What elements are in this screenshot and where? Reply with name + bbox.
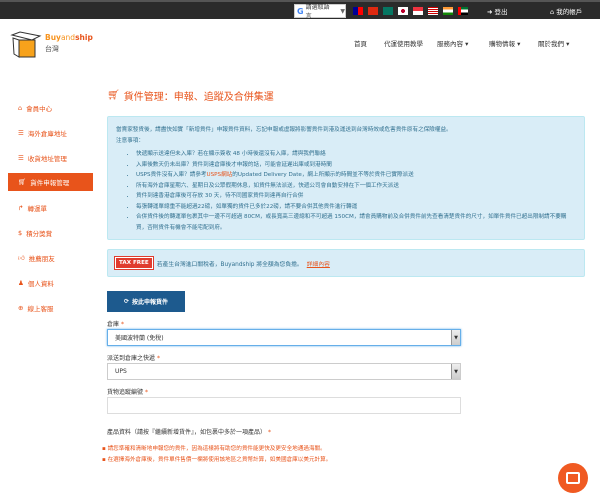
notice-item: 貨件到達香港倉庫後可存放 30 天，待不同國家貨件到達再自行合併: [136, 191, 576, 202]
declare-shipment-button[interactable]: ⟳ 按此申報貨件: [107, 291, 185, 312]
main-content: 🛒︎ 貨件管理：申報、追蹤及合併集運 當賣家發貨後，請盡快如實「新增貨件」申報貨件…: [107, 86, 585, 466]
nav-home[interactable]: 首頁: [354, 38, 367, 48]
nav-shopping-info[interactable]: 購物情報 ▾: [489, 38, 520, 48]
product-notes: 請您準確和清晰地申報您的貨件，因為這樣將有助您的貨件能更快及更安全地通過海關。 …: [102, 444, 585, 466]
flag-japan-icon[interactable]: [398, 7, 408, 15]
chat-button[interactable]: [558, 463, 588, 493]
notice-item: 所有海外倉庫星期六、星期日及公眾假期休息，如貨件無法派送，快遞公司會自動安排在下…: [136, 181, 576, 192]
user-icon: ♟: [18, 278, 24, 287]
google-icon: G: [297, 6, 304, 16]
thumbs-up-icon: 👍︎: [18, 253, 25, 262]
brand-region: 台灣: [45, 45, 59, 53]
nav-services[interactable]: 服務內容 ▾: [437, 38, 468, 48]
courier-label: 派送到倉庫之快遞 *: [107, 355, 160, 362]
tax-free-badge: TAX FREE: [114, 256, 154, 270]
notice-item: 入庫後數天仍未出庫？貨件到達倉庫後才申報的話，可能會延遲出庫或到港時間: [136, 160, 576, 171]
notice-item: 快遞顯示送達但未入庫？若在顯示簽收 48 小時後還沒有入庫，請與我們聯絡: [136, 149, 576, 160]
notice-item: 每張轉運單總重不能超過22磅，如單獨的貨件已多於22磅，請不要合併其他貨件進行轉…: [136, 202, 576, 213]
share-arrow-icon: ↱: [18, 203, 24, 212]
usps-link[interactable]: USPS網站: [207, 172, 233, 178]
tax-details-link[interactable]: 詳細內容: [307, 259, 330, 268]
flag-hongkong-icon[interactable]: [368, 7, 378, 15]
refresh-icon: ⟳: [123, 298, 129, 305]
notice-intro: 當賣家發貨後，請盡快如實「新增貨件」申報貨件資料，忘記申報或虛報將影響貨件到港及…: [116, 127, 452, 133]
flag-taiwan-icon[interactable]: [353, 7, 363, 15]
flag-singapore-icon[interactable]: [413, 7, 423, 15]
sidebar-item-delivery-address[interactable]: ☰ 收貨地址管理: [8, 145, 93, 170]
chevron-down-icon: ▼: [451, 330, 460, 345]
list-icon: ☰: [18, 128, 24, 137]
logout-link[interactable]: ➜ 登出: [487, 6, 508, 16]
flag-uae-icon[interactable]: [458, 7, 468, 15]
lifebuoy-icon: ⊕: [18, 303, 24, 312]
chevron-down-icon: ▼: [451, 364, 460, 379]
list-icon: ☰: [18, 153, 24, 162]
notice-item: USPS貨件沒有入庫？請參考USPS網站的Updated Delivery Da…: [136, 170, 576, 181]
notice-heading: 注意事項：: [116, 137, 144, 144]
notice-box: 當賣家發貨後，請盡快如實「新增貨件」申報貨件資料，忘記申報或虛報將影響貨件到港及…: [107, 116, 585, 240]
warehouse-select[interactable]: 美國波特蘭 (免稅) ▼: [107, 329, 461, 346]
sidebar-item-warehouse-address[interactable]: ☰ 海外倉庫地址: [8, 120, 93, 145]
sidebar: ⌂ 會員中心 ☰ 海外倉庫地址 ☰ 收貨地址管理 🛒︎ 貨件申報管理 ↱ 轉運單 $ 積分獎…: [8, 95, 93, 320]
sidebar-item-support[interactable]: ⊕ 線上客服: [8, 295, 93, 320]
brand-name[interactable]: Buyandship: [45, 33, 93, 42]
tax-free-box: TAX FREE 若產生台灣進口關稅者，Buyandship 將全額為您負擔。 …: [107, 249, 585, 277]
cart-icon: 🛒︎: [18, 178, 27, 186]
cart-icon: 🛒︎: [107, 89, 120, 101]
header: Buyandship 台灣 首頁 代運使用教學 服務內容 ▾ 購物情報 ▾ 關於…: [0, 19, 600, 69]
notice-item: 合併貨件後的轉運單包裹其中一邊不可超過 80CM，或長寬高三邊總和不可超過 15…: [136, 212, 576, 233]
warehouse-label: 倉庫 *: [107, 321, 124, 328]
chat-icon: [566, 472, 580, 484]
top-bar: G 請選取語言 ▼ ➜ 登出 ⌂ 我的帳戶: [0, 0, 600, 20]
nav-about[interactable]: 關於我們 ▾: [538, 38, 569, 48]
sidebar-item-shipment-declaration[interactable]: 🛒︎ 貨件申報管理: [8, 173, 93, 191]
product-info-label: 產品資料（請按『繼續新增貨件』，如包裹中多於一項產品） *: [107, 429, 271, 436]
chevron-down-icon: ▼: [340, 7, 345, 15]
flag-macau-icon[interactable]: [383, 7, 393, 15]
note-item: 在選擇海外倉庫後，貨件單件售價一欄將使用該地區之貨幣計算，如美國倉庫以美元計算。: [102, 455, 585, 466]
home-icon: ⌂: [18, 103, 23, 112]
sidebar-item-rewards[interactable]: $ 積分獎賞: [8, 220, 93, 245]
courier-select[interactable]: UPS ▼: [107, 363, 461, 380]
sidebar-item-profile[interactable]: ♟ 個人資料: [8, 270, 93, 295]
flag-malaysia-icon[interactable]: [428, 7, 438, 15]
page-title: 🛒︎ 貨件管理：申報、追蹤及合併集運: [107, 89, 274, 103]
language-flags: [353, 7, 468, 15]
nav-tutorial[interactable]: 代運使用教學: [384, 38, 423, 48]
sidebar-item-refer-friend[interactable]: 👍︎ 推薦朋友: [8, 245, 93, 270]
box-logo-icon[interactable]: [10, 31, 42, 59]
note-item: 請您準確和清晰地申報您的貨件，因為這樣將有助您的貨件能更快及更安全地通過海關。: [102, 444, 585, 455]
my-account-link[interactable]: ⌂ 我的帳戶: [550, 6, 582, 16]
sidebar-item-member-center[interactable]: ⌂ 會員中心: [8, 95, 93, 120]
sidebar-item-forwarding-order[interactable]: ↱ 轉運單: [8, 195, 93, 220]
google-translate-select[interactable]: G 請選取語言 ▼: [294, 4, 346, 20]
tracking-label: 貨物追蹤編號 *: [107, 389, 148, 396]
flag-india-icon[interactable]: [443, 7, 453, 15]
dollar-icon: $: [18, 228, 23, 237]
tracking-number-input[interactable]: [107, 397, 461, 414]
